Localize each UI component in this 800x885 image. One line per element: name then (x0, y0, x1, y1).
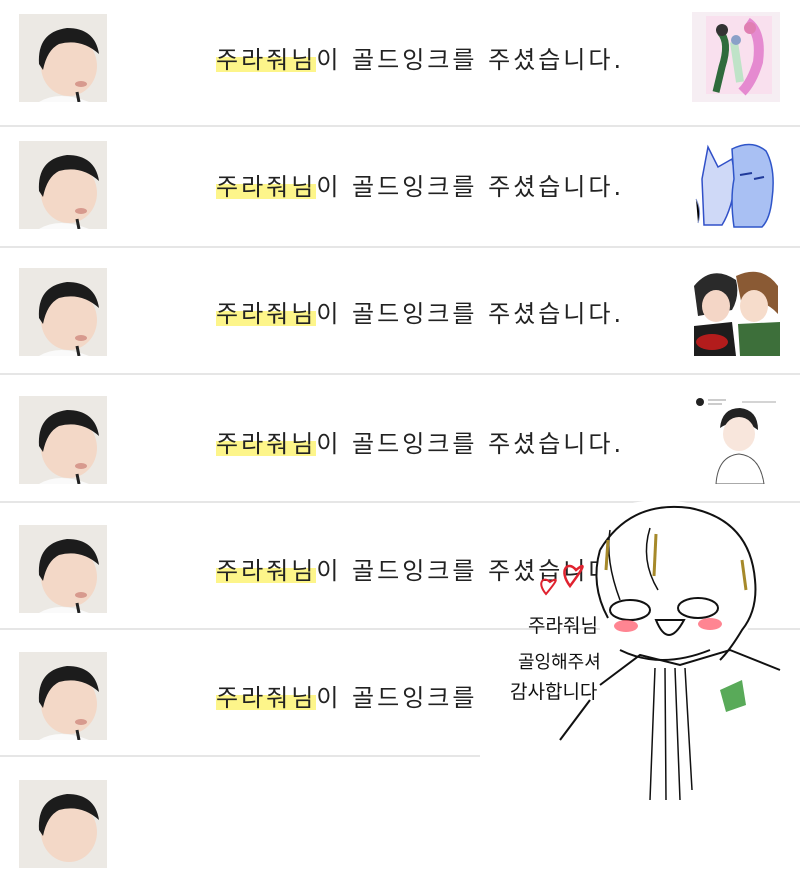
drawing-line-3: 감사합니다 (510, 681, 597, 703)
message-suffix: 이 골드잉크를 주셨습니다. (316, 46, 625, 74)
child-portrait-icon (19, 396, 107, 484)
work-thumbnail[interactable] (692, 12, 780, 102)
avatar[interactable] (19, 14, 107, 102)
fan-art-blue-cat-icon (692, 139, 780, 229)
fan-art-group-icon (692, 12, 780, 102)
fan-art-boy-icon (692, 394, 780, 484)
user-name[interactable]: 주라줘님 (216, 557, 317, 585)
user-name[interactable]: 주라줘님 (216, 684, 317, 712)
avatar[interactable] (19, 780, 107, 868)
thank-you-drawing: 주라줘님 골잉해주셔 감사합니다 (480, 500, 800, 800)
notification-row[interactable]: 주라줘님이 골드잉크를 주셨습니다. (0, 0, 800, 127)
user-name[interactable]: 주라줘님 (216, 173, 317, 201)
work-thumbnail[interactable] (692, 139, 780, 229)
avatar[interactable] (19, 396, 107, 484)
notification-message: 주라줘님이 골드잉크를 주셨습니다. (216, 40, 636, 75)
avatar[interactable] (19, 652, 107, 740)
work-thumbnail[interactable] (692, 394, 780, 484)
message-suffix: 이 골드잉크를 주셨습니다. (316, 300, 625, 328)
notification-row[interactable]: 주라줘님이 골드잉크를 주셨습니다. (0, 376, 800, 503)
avatar[interactable] (19, 268, 107, 356)
notification-message: 주라줘님이 골드잉크를 주셨습니다. (216, 167, 636, 202)
avatar[interactable] (19, 141, 107, 229)
fan-art-couple-icon (692, 266, 780, 356)
notification-row[interactable]: 주라줘님이 골드잉크를 주셨습니다. (0, 248, 800, 375)
user-name[interactable]: 주라줘님 (216, 46, 317, 74)
child-portrait-icon (19, 652, 107, 740)
message-suffix: 이 골드잉크를 주셨습니다. (316, 173, 625, 201)
avatar[interactable] (19, 525, 107, 613)
user-name[interactable]: 주라줘님 (216, 300, 317, 328)
user-name[interactable]: 주라줘님 (216, 430, 317, 458)
drawing-line-2: 골잉해주셔 (518, 652, 601, 673)
notification-message: 주라줘님이 골드잉크를 주셨습니다. (216, 424, 636, 459)
drawing-line-1: 주라줘님 (528, 615, 598, 637)
notification-message: 주라줘님이 골드잉크를 주셨습니다. (216, 294, 636, 329)
child-portrait-icon (19, 141, 107, 229)
message-suffix: 이 골드잉크를 주셨습니다. (316, 430, 625, 458)
child-portrait-icon (19, 780, 107, 868)
work-thumbnail[interactable] (692, 266, 780, 356)
child-portrait-icon (19, 14, 107, 102)
notification-row[interactable]: 주라줘님이 골드잉크를 주셨습니다. (0, 121, 800, 248)
child-portrait-icon (19, 268, 107, 356)
child-portrait-icon (19, 525, 107, 613)
